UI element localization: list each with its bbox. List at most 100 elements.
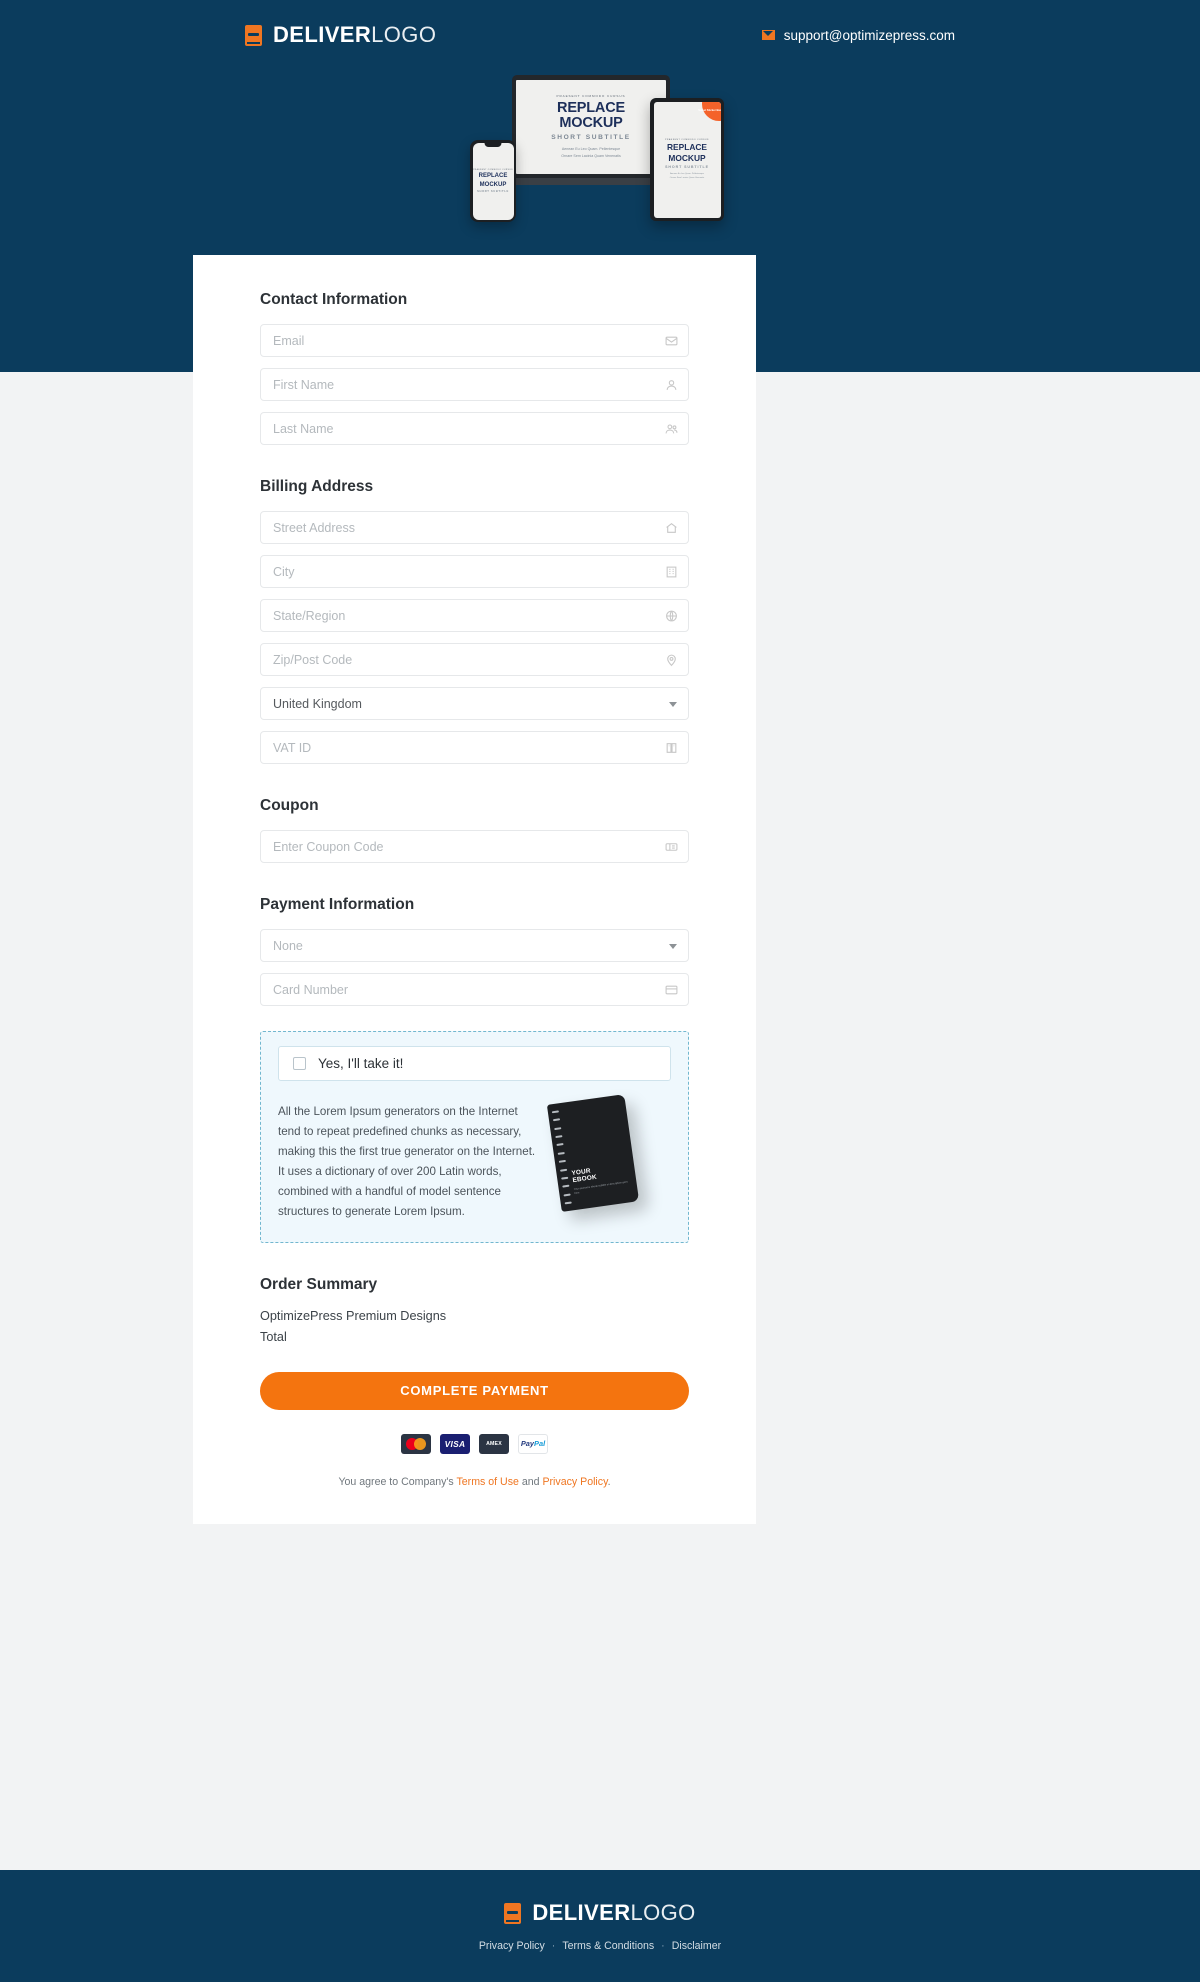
state-region-field-wrapper	[260, 599, 689, 632]
chevron-down-icon	[669, 701, 677, 707]
header-bar: DELIVERLOGO support@optimizepress.com	[0, 0, 1200, 48]
brand-light: LOGO	[371, 22, 437, 47]
support-email-link[interactable]: support@optimizepress.com	[761, 27, 955, 43]
envelope-icon	[761, 30, 775, 40]
phone-title-line1: REPLACE	[478, 173, 508, 180]
phone-mockup: PRAESENT COMMODO CURSUS REPLACE MOCKUP S…	[470, 140, 516, 222]
last-name-field-wrapper	[260, 412, 689, 445]
footer-logo[interactable]: DELIVERLOGO	[504, 1900, 695, 1926]
complete-payment-button[interactable]: COMPLETE PAYMENT	[260, 1371, 689, 1410]
first-name-field[interactable]	[260, 368, 689, 401]
mastercard-icon	[401, 1433, 431, 1454]
coupon-code-field[interactable]	[260, 830, 689, 863]
street-address-field-wrapper	[260, 511, 689, 544]
upsell-checkbox-label: Yes, I'll take it!	[318, 1056, 404, 1071]
mockup-title-line2: MOCKUP	[559, 115, 623, 132]
checkout-form-card: Contact Information Billing Address	[193, 255, 756, 1524]
terms-of-use-link[interactable]: Terms of Use	[456, 1476, 518, 1488]
card-number-field[interactable]	[260, 973, 689, 1006]
phone-title-line2: MOCKUP	[479, 181, 507, 188]
paypal-pal-text: Pal	[534, 1439, 546, 1449]
billing-address-heading: Billing Address	[260, 478, 374, 495]
city-field-wrapper	[260, 555, 689, 588]
state-region-field[interactable]	[260, 599, 689, 632]
vat-id-field[interactable]	[260, 731, 689, 764]
phone-notch	[484, 142, 502, 147]
phone-kicker: PRAESENT COMMODO CURSUS	[473, 169, 513, 172]
payment-method-value: None	[273, 938, 303, 953]
mockup-body-line2: Ornare Sem Lacinia Quam Venenatis	[561, 153, 621, 158]
order-item-row: OptimizePress Premium Designs	[260, 1308, 447, 1323]
payment-information-heading: Payment Information	[260, 896, 415, 913]
contact-information-heading: Contact Information	[260, 291, 408, 308]
tablet-mockup: Sweet Sticker Badge PRAESENT COMMODO CUR…	[650, 98, 724, 221]
city-field[interactable]	[260, 555, 689, 588]
ebook-image-wrapper: YOUR EBOOK Your awesome ebook subtitle o…	[546, 1094, 668, 1222]
brand-text: DELIVERLOGO	[273, 22, 436, 48]
country-select-wrapper: United Kingdom	[260, 687, 689, 720]
ebook-image: YOUR EBOOK Your awesome ebook subtitle o…	[546, 1094, 640, 1212]
order-total-row: Total	[260, 1329, 287, 1344]
privacy-policy-link[interactable]: Privacy Policy	[542, 1476, 607, 1488]
footer-links: Privacy Policy · Terms & Conditions · Di…	[479, 1940, 721, 1952]
terms-agreement-text: You agree to Company's Terms of Use and …	[260, 1476, 689, 1488]
mockup-title-line1: REPLACE	[557, 100, 625, 117]
country-select[interactable]: United Kingdom	[260, 687, 689, 720]
first-name-field-wrapper	[260, 368, 689, 401]
sticker-badge: Sweet Sticker Badge	[698, 101, 721, 121]
footer-link-privacy-policy[interactable]: Privacy Policy	[479, 1940, 545, 1952]
order-summary-heading: Order Summary	[260, 1275, 378, 1293]
email-field-wrapper	[260, 324, 689, 357]
footer-brand-text: DELIVERLOGO	[532, 1900, 695, 1926]
terms-middle: and	[518, 1475, 543, 1488]
footer-link-disclaimer[interactable]: Disclaimer	[672, 1940, 721, 1952]
terms-suffix: .	[607, 1475, 611, 1488]
accepted-payment-methods: VISA AMEX Pay Pal	[260, 1433, 689, 1454]
product-mockup-image: PRAESENT COMMODO CURSUS REPLACE MOCKUP S…	[0, 68, 1200, 248]
chevron-down-icon	[669, 943, 677, 949]
tablet-subtitle: SHORT SUBTITLE	[665, 164, 709, 169]
street-address-field[interactable]	[260, 511, 689, 544]
checkout-page: DELIVERLOGO support@optimizepress.com PR…	[0, 0, 1200, 1982]
spiral-binding-icon	[551, 1110, 572, 1205]
tablet-title-line1: REPLACE	[666, 142, 708, 153]
phone-subtitle: SHORT SUBTITLE	[477, 189, 509, 193]
package-box-icon	[504, 1902, 522, 1924]
header-logo[interactable]: DELIVERLOGO	[245, 22, 436, 48]
visa-icon: VISA	[440, 1433, 470, 1454]
upsell-checkbox[interactable]	[293, 1057, 306, 1070]
email-field[interactable]	[260, 324, 689, 357]
footer-separator: ·	[551, 1940, 556, 1952]
zip-code-field-wrapper	[260, 643, 689, 676]
mockup-subtitle: SHORT SUBTITLE	[551, 133, 631, 141]
badge-text: Sweet Sticker Badge	[698, 108, 720, 112]
tablet-body-line2: Ornare Sem Lacinia Quam Venenatis	[669, 176, 705, 179]
amex-icon: AMEX	[479, 1433, 509, 1454]
mockup-kicker: PRAESENT COMMODO CURSUS	[556, 94, 626, 99]
paypal-pay-text: Pay	[520, 1439, 535, 1449]
footer-brand-bold: DELIVER	[532, 1900, 631, 1925]
brand-bold: DELIVER	[273, 22, 372, 47]
footer-separator: ·	[661, 1940, 665, 1952]
country-select-value: United Kingdom	[273, 696, 362, 711]
card-number-field-wrapper	[260, 973, 689, 1006]
zip-code-field[interactable]	[260, 643, 689, 676]
payment-method-select-wrapper: None	[260, 929, 689, 962]
mockup-body-line1: Aenean Eu Leo Quam. Pellentesque	[561, 146, 621, 151]
support-email-text: support@optimizepress.com	[783, 27, 955, 43]
upsell-checkbox-row[interactable]: Yes, I'll take it!	[278, 1046, 671, 1081]
package-box-icon	[245, 24, 262, 46]
laptop-mockup: PRAESENT COMMODO CURSUS REPLACE MOCKUP S…	[498, 75, 684, 185]
page-footer: DELIVERLOGO Privacy Policy · Terms & Con…	[0, 1870, 1200, 1982]
tablet-kicker: PRAESENT COMMODO CURSUS	[665, 139, 709, 142]
terms-prefix: You agree to Company's	[338, 1475, 457, 1488]
upsell-description: All the Lorem Ipsum generators on the In…	[278, 1105, 536, 1218]
paypal-icon: Pay Pal	[518, 1433, 548, 1454]
footer-brand-light: LOGO	[630, 1900, 696, 1925]
vat-id-field-wrapper	[260, 731, 689, 764]
footer-link-terms-conditions[interactable]: Terms & Conditions	[562, 1940, 654, 1952]
last-name-field[interactable]	[260, 412, 689, 445]
coupon-heading: Coupon	[260, 797, 319, 814]
payment-method-select[interactable]: None	[260, 929, 689, 962]
tablet-title-line2: MOCKUP	[668, 152, 706, 163]
